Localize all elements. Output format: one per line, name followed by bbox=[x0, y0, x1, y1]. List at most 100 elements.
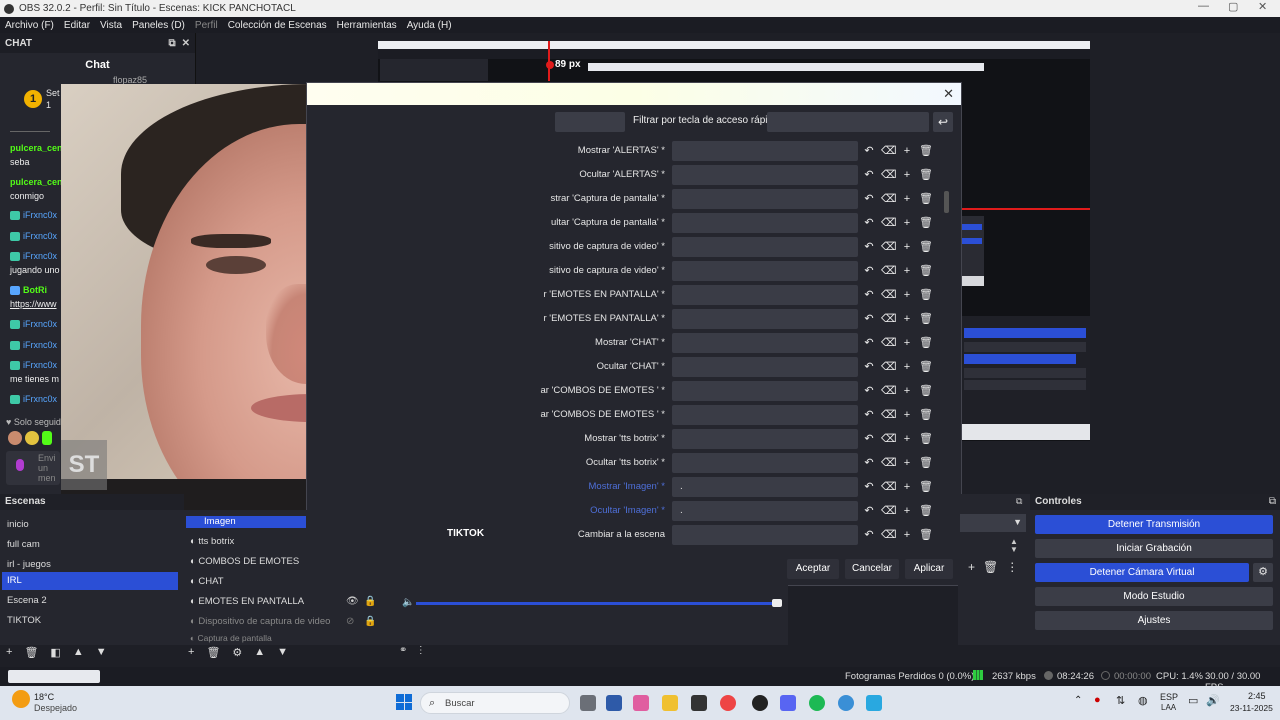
revert-icon[interactable]: ↶ bbox=[862, 240, 876, 254]
revert-icon[interactable]: ↶ bbox=[862, 528, 876, 542]
chat-user[interactable]: BotRi bbox=[23, 285, 47, 295]
source-item[interactable]: CHAT bbox=[198, 576, 223, 587]
delete-icon[interactable]: 🗑 bbox=[919, 528, 933, 542]
revert-icon[interactable]: ↶ bbox=[862, 312, 876, 326]
transition-menu-icon[interactable]: ⋮ bbox=[1006, 560, 1018, 574]
stop-streaming-button[interactable]: Detener Transmisión bbox=[1035, 515, 1273, 534]
menu-coleccion[interactable]: Colección de Escenas bbox=[228, 20, 327, 31]
microphone-icon[interactable] bbox=[16, 459, 24, 471]
hotkey-input[interactable] bbox=[672, 141, 858, 161]
clear-icon[interactable]: ⌫ bbox=[881, 288, 897, 302]
guide-handle[interactable] bbox=[546, 61, 554, 69]
visibility-off-icon[interactable]: ⊘ bbox=[346, 616, 354, 627]
revert-icon[interactable]: ↶ bbox=[862, 336, 876, 350]
delete-icon[interactable]: 🗑 bbox=[919, 288, 933, 302]
apply-button[interactable]: Aplicar bbox=[905, 559, 953, 579]
add-icon[interactable]: + bbox=[900, 240, 914, 254]
clock-time[interactable]: 2:45 bbox=[1248, 691, 1266, 701]
accept-button[interactable]: Aceptar bbox=[787, 559, 839, 579]
minimize-icon[interactable]: — bbox=[1198, 0, 1209, 12]
clear-icon[interactable]: ⌫ bbox=[881, 360, 897, 374]
hotkey-scrollbar[interactable] bbox=[944, 191, 949, 213]
undock-icon[interactable]: ⧉ bbox=[1269, 494, 1276, 510]
app-icon[interactable] bbox=[606, 695, 622, 711]
hotkey-input[interactable]: . bbox=[672, 477, 858, 497]
revert-icon[interactable]: ↶ bbox=[862, 192, 876, 206]
revert-icon[interactable]: ↶ bbox=[862, 216, 876, 230]
clear-icon[interactable]: ⌫ bbox=[881, 216, 897, 230]
move-up-icon[interactable]: ▲ bbox=[73, 646, 84, 659]
revert-icon[interactable]: ↶ bbox=[862, 264, 876, 278]
delete-icon[interactable]: 🗑 bbox=[919, 456, 933, 470]
revert-icon[interactable]: ↶ bbox=[862, 384, 876, 398]
add-icon[interactable]: + bbox=[900, 432, 914, 446]
add-icon[interactable]: + bbox=[900, 216, 914, 230]
source-item[interactable]: EMOTES EN PANTALLA bbox=[198, 596, 304, 607]
menu-vista[interactable]: Vista bbox=[100, 20, 122, 31]
hotkey-input[interactable]: . bbox=[672, 501, 858, 521]
clear-icon[interactable]: ⌫ bbox=[881, 480, 897, 494]
hotkey-input[interactable] bbox=[672, 165, 858, 185]
source-item[interactable]: tts botrix bbox=[198, 536, 234, 547]
delete-icon[interactable]: 🗑 bbox=[919, 480, 933, 494]
volume-icon[interactable]: 🔈 bbox=[402, 597, 414, 608]
network-icon[interactable]: ▭ bbox=[1188, 694, 1198, 707]
mixer-menu-icon[interactable]: ⋮ bbox=[416, 645, 426, 656]
tray-app-icon[interactable]: ◍ bbox=[1138, 694, 1148, 707]
revert-icon[interactable]: ↶ bbox=[862, 456, 876, 470]
duration-stepper[interactable]: ▲ ▼ bbox=[1010, 538, 1018, 554]
volume-slider[interactable] bbox=[416, 602, 776, 605]
chat-user[interactable]: iFrxnc0x bbox=[23, 319, 57, 329]
clear-icon[interactable]: ⌫ bbox=[881, 384, 897, 398]
hotkey-input[interactable] bbox=[672, 189, 858, 209]
delete-icon[interactable]: 🗑 bbox=[919, 312, 933, 326]
studio-mode-button[interactable]: Modo Estudio bbox=[1035, 587, 1273, 606]
add-icon[interactable]: + bbox=[900, 360, 914, 374]
hotkey-input[interactable] bbox=[672, 429, 858, 449]
task-view-icon[interactable] bbox=[580, 695, 596, 711]
app-icon[interactable] bbox=[691, 695, 707, 711]
add-icon[interactable]: + bbox=[900, 168, 914, 182]
clear-icon[interactable]: ⌫ bbox=[881, 456, 897, 470]
hotkey-input[interactable] bbox=[672, 309, 858, 329]
chat-user[interactable]: iFrxnc0x bbox=[23, 210, 57, 220]
mixer-link-icon[interactable]: ⚭ bbox=[399, 645, 407, 656]
clear-icon[interactable]: ⌫ bbox=[881, 528, 897, 542]
close-dock-icon[interactable]: ✕ bbox=[182, 38, 190, 49]
volume-handle[interactable] bbox=[772, 599, 782, 607]
add-icon[interactable]: + bbox=[900, 288, 914, 302]
delete-icon[interactable]: 🗑 bbox=[919, 432, 933, 446]
hotkey-input[interactable] bbox=[672, 213, 858, 233]
menu-herramientas[interactable]: Herramientas bbox=[337, 20, 397, 31]
add-icon[interactable]: + bbox=[900, 456, 914, 470]
chat-link[interactable]: https://www bbox=[10, 299, 57, 309]
chat-user[interactable]: iFrxnc0x bbox=[23, 231, 57, 241]
move-down-icon[interactable]: ▼ bbox=[96, 646, 107, 659]
chat-user[interactable]: iFrxnc0x bbox=[23, 394, 57, 404]
remove-transition-icon[interactable]: 🗑 bbox=[983, 560, 998, 574]
remove-source-icon[interactable]: 🗑 bbox=[206, 646, 220, 659]
delete-icon[interactable]: 🗑 bbox=[919, 504, 933, 518]
source-down-icon[interactable]: ▼ bbox=[277, 646, 288, 659]
delete-icon[interactable]: 🗑 bbox=[919, 336, 933, 350]
spotify-icon[interactable] bbox=[809, 695, 825, 711]
add-icon[interactable]: + bbox=[900, 336, 914, 350]
revert-icon[interactable]: ↶ bbox=[862, 168, 876, 182]
source-item-selected[interactable]: Imagen bbox=[186, 516, 306, 528]
delete-icon[interactable]: 🗑 bbox=[919, 216, 933, 230]
chat-user[interactable]: iFrxnc0x bbox=[23, 340, 57, 350]
start-recording-button[interactable]: Iniciar Grabación bbox=[1035, 539, 1273, 558]
add-scene-icon[interactable]: + bbox=[6, 646, 12, 659]
clear-icon[interactable]: ⌫ bbox=[881, 312, 897, 326]
revert-icon[interactable]: ↶ bbox=[862, 408, 876, 422]
hotkey-input[interactable] bbox=[672, 453, 858, 473]
tray-expand-icon[interactable]: ⌃ bbox=[1074, 695, 1082, 706]
clear-icon[interactable]: ⌫ bbox=[881, 264, 897, 278]
maximize-icon[interactable]: ▢ bbox=[1228, 0, 1238, 13]
add-icon[interactable]: + bbox=[900, 192, 914, 206]
revert-icon[interactable]: ↶ bbox=[862, 504, 876, 518]
clear-icon[interactable]: ⌫ bbox=[881, 336, 897, 350]
source-item[interactable]: COMBOS DE EMOTES bbox=[198, 556, 299, 567]
language-indicator[interactable]: ESP bbox=[1160, 692, 1178, 702]
transition-select[interactable]: ▼ bbox=[960, 514, 1026, 532]
